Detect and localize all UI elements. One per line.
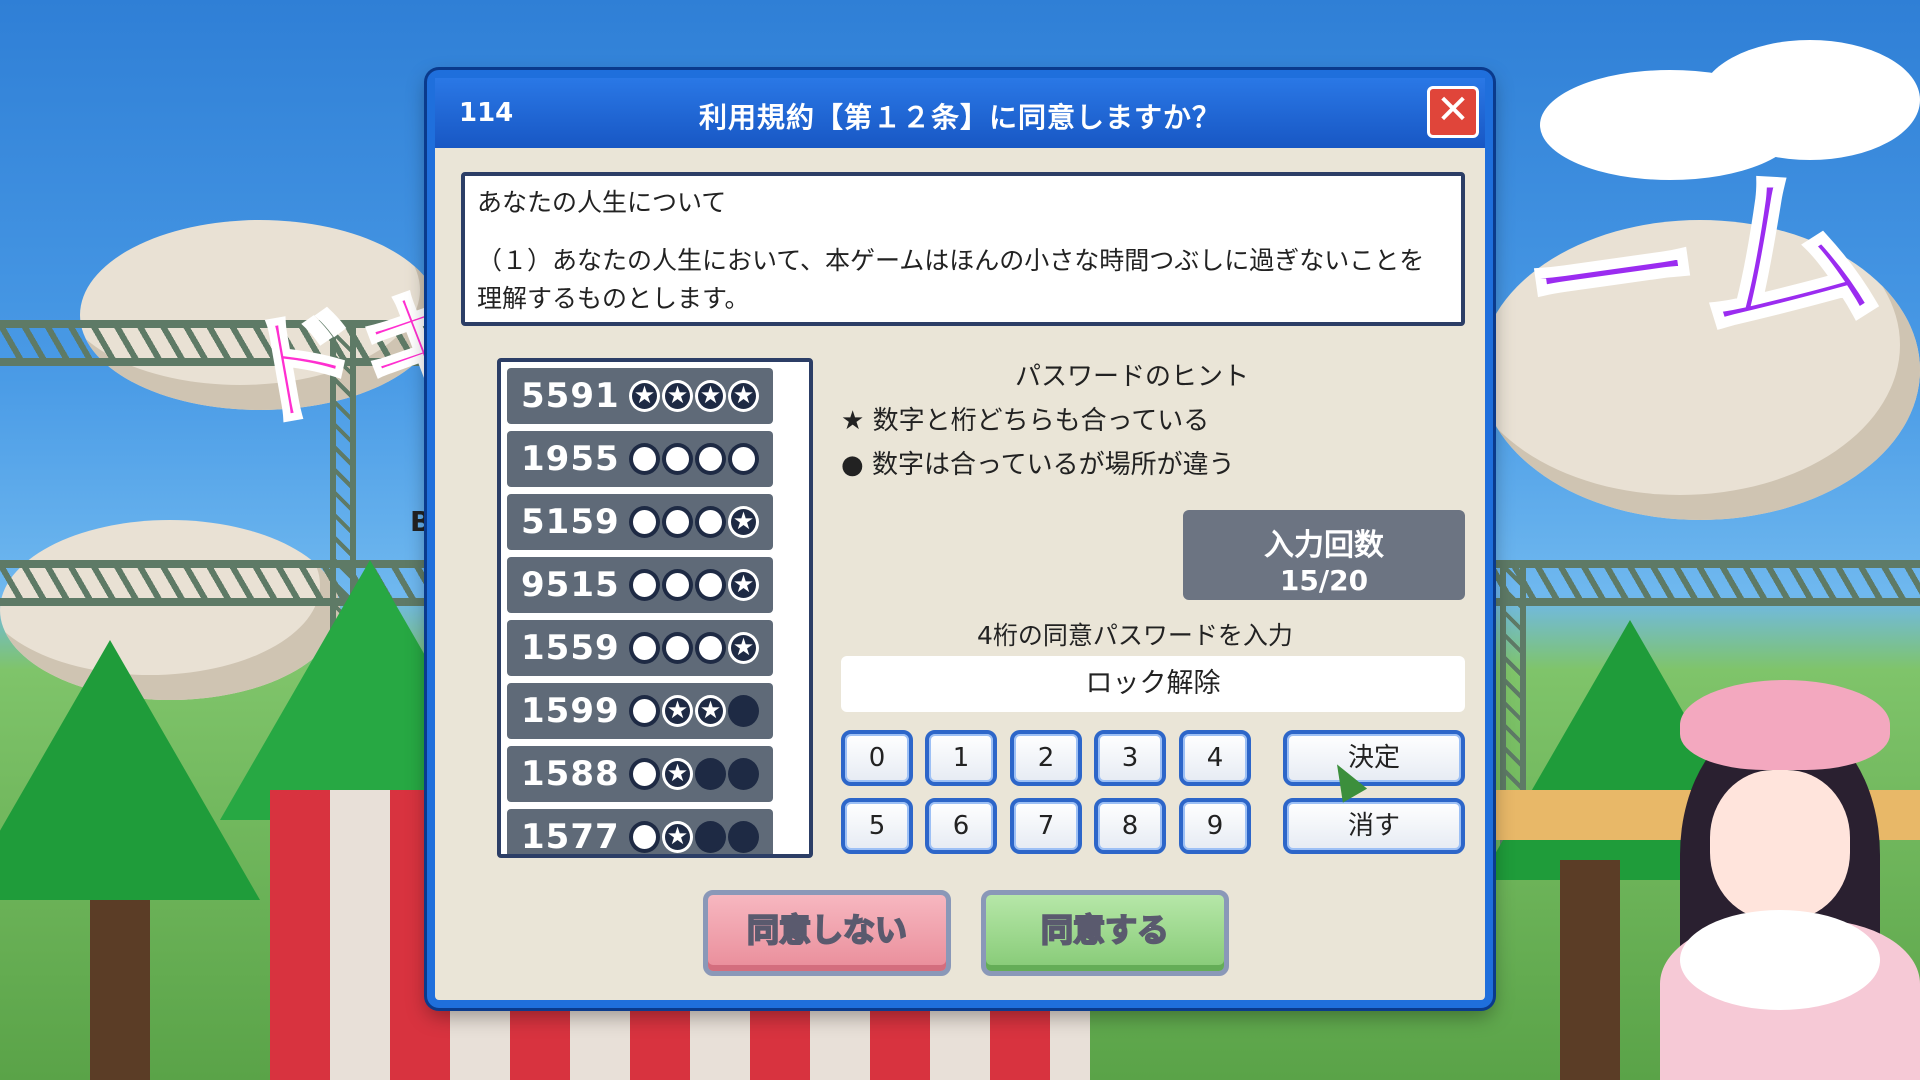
star-icon: ★ xyxy=(662,821,694,853)
dot-icon xyxy=(728,695,760,727)
hint-title: パスワードのヒント xyxy=(1015,362,1250,392)
avatar-face xyxy=(1710,770,1850,920)
terms-heading: あなたの人生について xyxy=(477,188,727,217)
key-1[interactable]: 1 xyxy=(925,730,997,786)
circle-icon xyxy=(695,506,727,538)
circle-icon xyxy=(662,443,693,475)
terms-dialog: 114 利用規約【第１２条】に同意しますか？ ✕ あなたの人生について （１）あ… xyxy=(427,70,1493,1008)
key-0[interactable]: 0 xyxy=(841,730,913,786)
terms-text-box[interactable]: あなたの人生について （１）あなたの人生において、本ゲームはほんの小さな時間つぶ… xyxy=(461,172,1465,326)
close-icon: ✕ xyxy=(1436,87,1470,133)
history-row: 1577 ★ xyxy=(507,809,773,857)
sign-right: ーム xyxy=(1507,137,1892,398)
history-code: 1955 xyxy=(521,439,620,479)
star-icon: ★ xyxy=(728,506,759,538)
history-code: 1559 xyxy=(521,628,620,668)
circle-icon xyxy=(695,443,726,475)
circle-icon xyxy=(695,569,727,601)
dialog-title: 利用規約【第１２条】に同意しますか？ xyxy=(698,101,1221,134)
dot-icon xyxy=(728,821,760,853)
agree-button[interactable]: 同意する xyxy=(981,890,1229,976)
circle-icon xyxy=(662,569,694,601)
circle-icon xyxy=(695,632,727,664)
close-button[interactable]: ✕ xyxy=(1427,86,1479,138)
dot-icon xyxy=(695,758,727,790)
key-2[interactable]: 2 xyxy=(1010,730,1082,786)
attempt-value: 15/20 xyxy=(1279,564,1369,597)
history-marks: ★ ★ ★ ★ xyxy=(629,380,759,412)
history-row: 9515 ★ xyxy=(507,557,773,613)
password-input[interactable]: ロック解除 xyxy=(841,656,1465,712)
history-marks: ★ xyxy=(629,758,760,790)
history-row: 1599 ★ ★ xyxy=(507,683,773,739)
circle-icon xyxy=(662,632,694,664)
history-row: 1559 ★ xyxy=(507,620,773,676)
star-icon: ★ xyxy=(662,695,694,727)
circle-icon xyxy=(629,695,661,727)
circle-icon xyxy=(728,443,759,475)
history-marks: ★ xyxy=(629,821,760,853)
key-9[interactable]: 9 xyxy=(1179,798,1251,854)
circle-icon xyxy=(629,758,661,790)
dialog-titlebar: 114 利用規約【第１２条】に同意しますか？ ✕ xyxy=(435,78,1485,148)
key-7[interactable]: 7 xyxy=(1010,798,1082,854)
hint-circle-line: ● 数字は合っているが場所が違う xyxy=(841,450,1235,480)
star-icon: ★ xyxy=(728,632,759,664)
attempt-counter: 入力回数 15/20 xyxy=(1183,510,1465,600)
history-code: 9515 xyxy=(521,565,620,605)
terms-body: （１）あなたの人生において、本ゲームはほんの小さな時間つぶしに過ぎないことを理解… xyxy=(477,246,1425,313)
circle-icon xyxy=(629,569,661,601)
hint-star-line: ★ 数字と桁どちらも合っている xyxy=(841,406,1210,436)
history-marks xyxy=(629,443,759,475)
circle-icon xyxy=(629,821,661,853)
tree-trunk xyxy=(90,900,150,1080)
key-8[interactable]: 8 xyxy=(1094,798,1166,854)
history-row: 1955 xyxy=(507,431,773,487)
truss-beam xyxy=(1490,560,1920,606)
avatar-fur-collar xyxy=(1680,910,1880,1010)
star-icon: ★ xyxy=(662,758,694,790)
avatar-hat xyxy=(1680,680,1890,770)
history-code: 1577 xyxy=(521,817,620,857)
circle-icon xyxy=(629,506,661,538)
dot-icon xyxy=(728,758,760,790)
erase-button[interactable]: 消す xyxy=(1283,798,1465,854)
circle-icon xyxy=(662,506,694,538)
history-code: 1588 xyxy=(521,754,620,794)
dot-icon xyxy=(695,821,727,853)
password-label: 4桁の同意パスワードを入力 xyxy=(977,621,1293,650)
history-marks: ★ ★ xyxy=(629,695,760,727)
circle-icon xyxy=(629,632,661,664)
key-6[interactable]: 6 xyxy=(925,798,997,854)
key-4[interactable]: 4 xyxy=(1179,730,1251,786)
history-row: 5591 ★ ★ ★ ★ xyxy=(507,368,773,424)
circle-icon xyxy=(629,443,660,475)
history-marks: ★ xyxy=(629,632,759,664)
history-marks: ★ xyxy=(629,569,759,601)
history-code: 5159 xyxy=(521,502,620,542)
history-code: 5591 xyxy=(521,376,620,416)
key-3[interactable]: 3 xyxy=(1094,730,1166,786)
star-icon: ★ xyxy=(728,380,759,412)
streamer-avatar xyxy=(1640,680,1920,1080)
history-code: 1599 xyxy=(521,691,620,731)
star-icon: ★ xyxy=(695,380,726,412)
guess-history-list[interactable]: 5591 ★ ★ ★ ★ 1955 5159 ★ 9515 ★ 1559 ★ 1599 ★ ★ 1588 ★ 15… xyxy=(497,358,813,858)
disagree-button[interactable]: 同意しない xyxy=(703,890,951,976)
attempt-label: 入力回数 xyxy=(1264,528,1384,563)
tree-trunk xyxy=(1560,860,1620,1080)
star-icon: ★ xyxy=(629,380,660,412)
star-icon: ★ xyxy=(695,695,727,727)
history-row: 1588 ★ xyxy=(507,746,773,802)
history-marks: ★ xyxy=(629,506,759,538)
star-icon: ★ xyxy=(662,380,693,412)
history-row: 5159 ★ xyxy=(507,494,773,550)
key-5[interactable]: 5 xyxy=(841,798,913,854)
confirm-button[interactable]: 決定 xyxy=(1283,730,1465,786)
star-icon: ★ xyxy=(728,569,759,601)
